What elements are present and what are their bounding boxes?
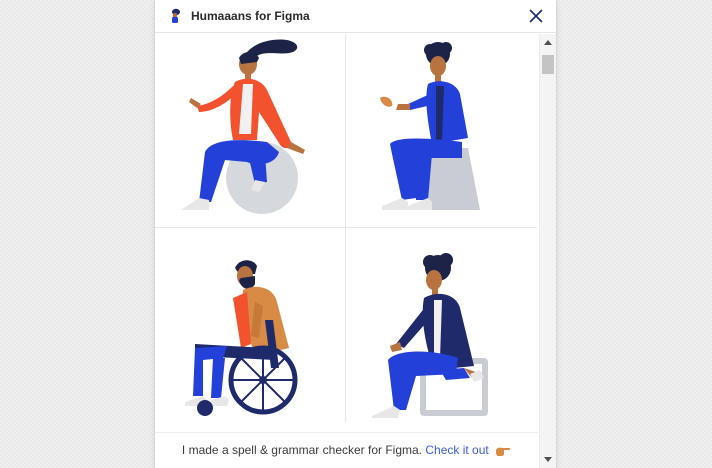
humaaans-logo-icon — [172, 8, 180, 23]
close-icon[interactable] — [526, 6, 546, 26]
scrollbar-thumb[interactable] — [542, 55, 554, 74]
window-title: Humaaans for Figma — [191, 9, 310, 23]
title-bar: Humaaans for Figma — [155, 0, 556, 33]
check-it-out-link[interactable]: Check it out — [425, 443, 488, 457]
scroll-down-arrow-icon[interactable] — [544, 457, 552, 462]
illustration-man-on-stool[interactable] — [346, 34, 537, 228]
woman-on-chair-illustration — [372, 253, 488, 418]
footer-banner: I made a spell & grammar checker for Fig… — [155, 432, 538, 468]
vertical-scrollbar[interactable] — [539, 34, 556, 468]
illustration-grid — [155, 34, 538, 432]
man-on-stool-illustration — [380, 42, 480, 210]
illustration-woman-on-ball[interactable] — [155, 34, 346, 228]
illustration-woman-on-chair[interactable] — [346, 228, 537, 422]
woman-on-ball-illustration — [181, 39, 305, 214]
pointing-hand-icon — [496, 447, 511, 456]
man-in-wheelchair-illustration — [185, 260, 298, 416]
illustration-man-in-wheelchair[interactable] — [155, 228, 346, 422]
footer-text: I made a spell & grammar checker for Fig… — [181, 443, 423, 457]
scroll-up-arrow-icon[interactable] — [544, 40, 552, 45]
plugin-window: Humaaans for Figma I made a spell & gram… — [155, 0, 556, 468]
